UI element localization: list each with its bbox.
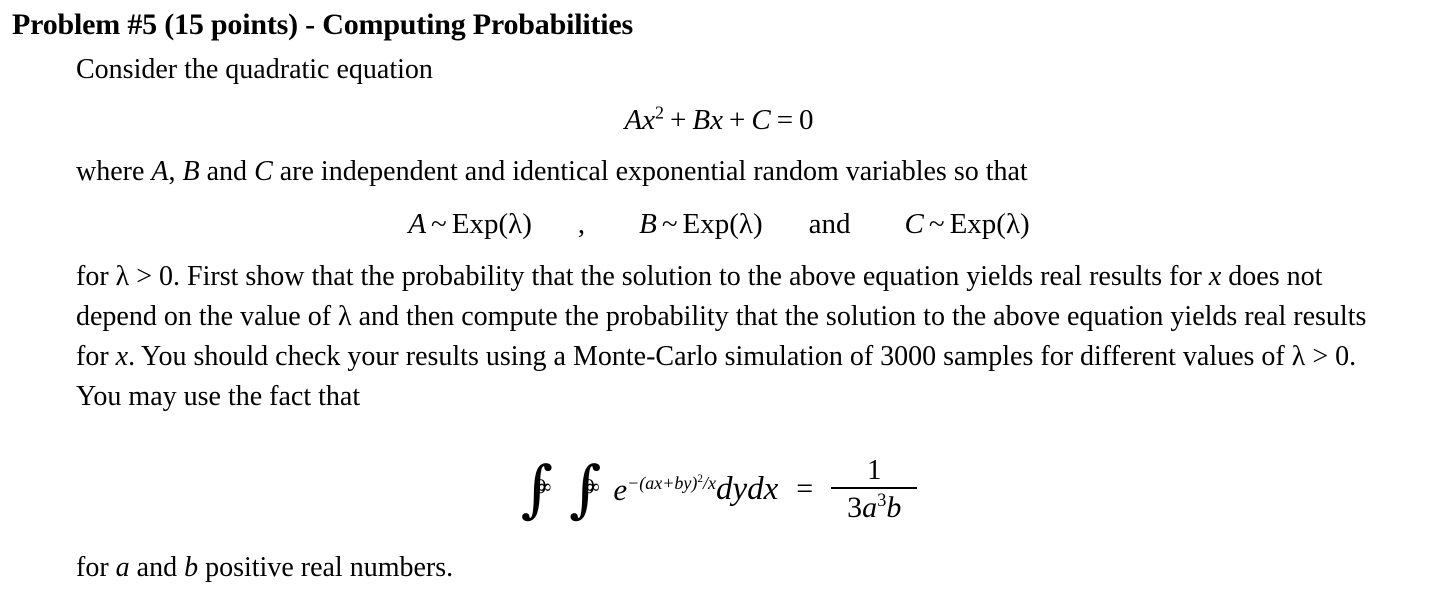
exp-exponent: −(ax+by)2/x	[627, 473, 716, 493]
integral-sign-inner: ∫ ∞ 0	[569, 458, 601, 520]
integral-sign-outer: ∫ ∞ 0	[521, 458, 553, 520]
body-samples: 3000	[880, 341, 937, 372]
den-var-b: b	[886, 491, 902, 525]
body-lambda-2: λ	[338, 301, 352, 332]
result-fraction: 1 3a3b	[831, 454, 918, 524]
body-seg-6: samples for different values of	[936, 341, 1292, 372]
dist-c-var: C	[904, 208, 924, 240]
eq1-coef-b: B	[692, 104, 711, 136]
closing-seg-1: for	[76, 552, 116, 583]
eq1-plus-2: +	[728, 104, 746, 136]
body-x-1: x	[1208, 261, 1222, 292]
equation-quadratic: Ax2 + Bx + C = 0	[0, 100, 1438, 140]
dist-c-lambda: λ	[1005, 208, 1020, 240]
fraction-denominator: 3a3b	[841, 489, 907, 524]
eq1-coef-a: A	[624, 104, 643, 136]
body-seg-2: > 0. First show that the probability tha…	[129, 261, 1209, 292]
integral-formula: ∫ ∞ 0 ∫ ∞ 0 e−(ax+by)2/x dydx = 1 3a3b	[0, 455, 1438, 524]
differentials: dydx	[716, 470, 779, 507]
dist-a-tilde: ~	[431, 208, 447, 240]
closing-seg-3: positive real numbers.	[198, 552, 454, 583]
eq1-var-x2: x	[710, 104, 723, 136]
eq1-coef-c: C	[751, 104, 771, 136]
body-seg-5: . You should check your results using a …	[128, 341, 881, 372]
where-comma: ,	[168, 156, 183, 187]
dist-c-name: Exp(	[949, 208, 1006, 240]
intro-line: Consider the quadratic equation	[76, 54, 433, 85]
where-and: and	[199, 156, 255, 187]
exp-exponent-div: /x	[703, 472, 716, 493]
inner-integral: ∫ ∞ 0	[569, 458, 603, 520]
eq1-exponent: 2	[655, 102, 665, 123]
dist-b-name: Exp(	[682, 208, 739, 240]
where-line: where A, B and C are independent and ide…	[76, 152, 1028, 192]
body-lambda-1: λ	[115, 261, 130, 292]
exp-exponent-text: −(ax+by)	[627, 472, 698, 493]
exp-base: e	[613, 471, 628, 507]
dist-conjunction: and	[808, 208, 851, 240]
den-var-a: a	[862, 491, 878, 525]
dist-a-name: Exp(	[451, 208, 509, 240]
inner-lower-limit: 0	[583, 476, 596, 499]
dist-b-lambda: λ	[738, 208, 753, 240]
eq1-plus-1: +	[670, 104, 687, 136]
eq1-var-x: x	[642, 104, 656, 136]
dist-b-tilde: ~	[661, 208, 678, 240]
dist-b-var: B	[639, 208, 657, 240]
fraction-numerator: 1	[866, 454, 882, 486]
eq1-rhs: 0	[799, 104, 814, 136]
page-title: Problem #5 (15 points) - Computing Proba…	[12, 8, 633, 41]
where-suffix: are independent and identical exponentia…	[272, 156, 1028, 187]
where-prefix: where	[76, 156, 152, 187]
problem-statement-page: Problem #5 (15 points) - Computing Proba…	[0, 0, 1438, 595]
integral-formula-inner: ∫ ∞ 0 ∫ ∞ 0 e−(ax+by)2/x dydx = 1 3a3b	[521, 454, 918, 524]
where-var-c: C	[254, 156, 273, 187]
formula-equals: =	[796, 472, 814, 506]
dist-a-var: A	[408, 208, 427, 240]
distributions-line: A ~ Exp(λ), B ~ Exp(λ) and C ~ Exp(λ)	[0, 204, 1438, 244]
outer-integral: ∫ ∞ 0	[521, 458, 555, 520]
closing-var-b: b	[184, 552, 199, 583]
dist-a-close: )	[522, 208, 532, 240]
dist-b-close: )	[752, 208, 763, 240]
where-var-a: A	[151, 156, 169, 187]
body-x-2: x	[115, 341, 129, 372]
dist-c-close: )	[1020, 208, 1030, 240]
eq1-equals: =	[776, 104, 794, 136]
den-power: 3	[877, 490, 887, 512]
dist-a-lambda: λ	[508, 208, 523, 240]
den-coefficient: 3	[847, 491, 863, 525]
exponential-term: e−(ax+by)2/x	[613, 471, 716, 507]
closing-seg-2: and	[129, 552, 185, 583]
body-seg-1: for	[76, 261, 116, 292]
outer-lower-limit: 0	[534, 476, 547, 499]
dist-c-tilde: ~	[928, 208, 945, 240]
closing-var-a: a	[115, 552, 130, 583]
closing-line: for a and b positive real numbers.	[76, 548, 453, 588]
body-lambda-3: λ	[1291, 341, 1306, 372]
body-paragraph: for λ > 0. First show that the probabili…	[76, 257, 1391, 417]
where-var-b: B	[182, 156, 200, 187]
dist-comma: ,	[577, 208, 586, 240]
